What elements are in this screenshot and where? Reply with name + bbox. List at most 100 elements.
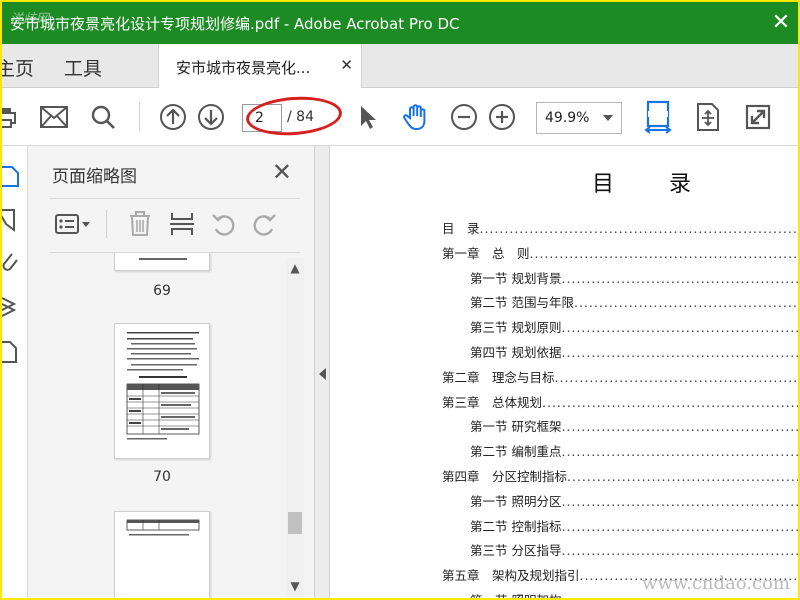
- toolbar: 2 / 84 49.9%: [2, 88, 798, 146]
- toc-entry-text: 第五章 架构及规划指引: [442, 568, 580, 584]
- rotate-left-icon[interactable]: [210, 210, 238, 238]
- thumbnail-options-button[interactable]: [54, 210, 94, 238]
- app-window: 洋歧网 安市城市夜景亮化设计专项规划修编.pdf - Adobe Acrobat…: [2, 2, 798, 598]
- panel-splitter[interactable]: [314, 146, 330, 598]
- navigation-rail: [2, 146, 28, 598]
- panel-title: 页面缩略图: [52, 167, 137, 187]
- zoom-value: 49.9%: [545, 110, 590, 126]
- toc-entry[interactable]: 第一节 规划背景................................…: [470, 268, 798, 286]
- fit-width-icon[interactable]: [642, 100, 674, 134]
- document-heading: 目 录: [592, 172, 715, 197]
- panel-divider: [50, 198, 300, 199]
- toc-entry[interactable]: 第三章 总体规划................................…: [442, 392, 798, 410]
- prev-page-icon[interactable]: [157, 101, 189, 133]
- toc-entry-text: 第三节 分区指导: [470, 543, 562, 559]
- toc-entry-text: 第一节 规划背景: [470, 270, 562, 286]
- toc-entry[interactable]: 第一节 研究框架................................…: [470, 416, 798, 434]
- mail-icon[interactable]: [38, 101, 70, 133]
- rotate-right-icon[interactable]: [250, 210, 278, 238]
- layers-icon[interactable]: [2, 294, 22, 318]
- thumbnails-panel: 页面缩略图 ✕ 69 70 ▲ ▼: [28, 146, 314, 598]
- toc-entry-text: 第一节 照明分区: [470, 493, 562, 509]
- thumbnail-page-number: 70: [153, 469, 171, 485]
- toc-leader-dots: ........................................…: [561, 518, 798, 534]
- toc-entry-text: 第二节 控制指标: [470, 518, 562, 534]
- document-tab-label: 安市城市夜景亮化...: [176, 59, 311, 77]
- toc-leader-dots: ........................................…: [573, 295, 798, 311]
- document-view: 目 录 目 录.................................…: [330, 146, 798, 598]
- trash-icon[interactable]: [126, 210, 154, 238]
- window-close-button[interactable]: ✕: [766, 8, 796, 38]
- toc-entry-text: 第二节 编制重点: [470, 444, 562, 460]
- toc-entry-text: 目 录: [442, 221, 480, 236]
- page-thumbnails-icon[interactable]: [2, 164, 22, 188]
- next-page-icon[interactable]: [195, 101, 227, 133]
- toc-leader-dots: ........................................…: [561, 419, 798, 435]
- thumbnail-page-number: 69: [153, 283, 171, 299]
- thumbnail-page[interactable]: [114, 253, 210, 271]
- toc-entry[interactable]: 第二节 编制重点................................…: [470, 441, 798, 459]
- toc-entry-text: 第二节 范围与年限: [470, 295, 574, 311]
- select-cursor-icon[interactable]: [352, 101, 384, 133]
- toc-entry[interactable]: 第一章 总 则.................................…: [442, 243, 798, 261]
- thumbnail-list: 69 70: [50, 253, 286, 598]
- document-icon[interactable]: [2, 340, 22, 364]
- fullscreen-icon[interactable]: [742, 101, 774, 133]
- print-icon[interactable]: [2, 101, 22, 133]
- toc-entry-text: 第二章 理念与目标: [442, 369, 555, 385]
- toc-entry-text: 第三章 总体规划: [442, 394, 543, 410]
- thumbnail-page[interactable]: [114, 511, 210, 598]
- bookmark-icon[interactable]: [2, 208, 22, 232]
- tab-bar: 主页 工具 安市城市夜景亮化... ✕: [2, 44, 798, 88]
- hand-tool-icon[interactable]: [400, 101, 432, 133]
- toc-entry-text: 第三节 规划原则: [470, 320, 562, 336]
- fit-page-icon[interactable]: [692, 101, 724, 133]
- insert-page-icon[interactable]: [168, 210, 196, 238]
- toc-entry[interactable]: 第二节 范围与年限...............................…: [470, 292, 798, 310]
- toc-leader-dots: ........................................…: [561, 493, 798, 509]
- tab-document[interactable]: 安市城市夜景亮化... ✕: [158, 44, 362, 88]
- toc-entry[interactable]: 第三节 分区指导................................…: [470, 540, 798, 558]
- document-tab-close-button[interactable]: ✕: [340, 56, 353, 74]
- toc-entry[interactable]: 第三节 规划原则................................…: [470, 317, 798, 335]
- tab-tools[interactable]: 工具: [64, 54, 102, 81]
- panel-close-button[interactable]: ✕: [272, 158, 292, 186]
- title-bar: 洋歧网 安市城市夜景亮化设计专项规划修编.pdf - Adobe Acrobat…: [2, 2, 798, 44]
- toc-entry[interactable]: 第四节 规划依据................................…: [470, 342, 798, 360]
- tab-home[interactable]: 主页: [2, 54, 34, 81]
- toolbar-separator: [139, 102, 140, 132]
- toc-entry[interactable]: 目 录.....................................…: [442, 218, 798, 236]
- zoom-out-icon[interactable]: [448, 101, 480, 133]
- toc-leader-dots: ........................................…: [567, 469, 798, 484]
- toc-entry[interactable]: 第一节 照明分区................................…: [470, 491, 798, 509]
- watermark-bottomright: www.cndao.com: [642, 573, 790, 594]
- collapse-panel-icon[interactable]: [319, 368, 326, 380]
- toc-leader-dots: ........................................…: [542, 394, 798, 410]
- thumbnail-scrollbar[interactable]: ▲ ▼: [286, 258, 304, 598]
- toc-entry-text: 第一章 总 则: [442, 245, 530, 261]
- toc-entry-text: 第四节 规划依据: [470, 345, 562, 360]
- toc-leader-dots: ........................................…: [529, 245, 798, 261]
- annotation-ellipse: [244, 93, 344, 139]
- toc-entry[interactable]: 第二章 理念与目标...............................…: [442, 367, 798, 385]
- scrollbar-thumb[interactable]: [288, 512, 302, 534]
- zoom-in-icon[interactable]: [486, 101, 518, 133]
- toc-leader-dots: ........................................…: [561, 320, 798, 336]
- toc-leader-dots: ........................................…: [561, 543, 798, 559]
- toc-leader-dots: ........................................…: [561, 444, 798, 460]
- scroll-down-icon[interactable]: ▼: [289, 580, 301, 592]
- toc-entry[interactable]: 第二节 控制指标................................…: [470, 516, 798, 534]
- thumbnail-page[interactable]: [114, 323, 210, 459]
- toc-entry-text: 第一节 照明架构: [470, 593, 561, 598]
- scroll-up-icon[interactable]: ▲: [289, 262, 301, 274]
- window-title: 安市城市夜景亮化设计专项规划修编.pdf - Adobe Acrobat Pro…: [10, 15, 460, 33]
- toc-leader-dots: ........................................…: [554, 369, 798, 385]
- attachment-icon[interactable]: [2, 250, 22, 274]
- toc-entry-text: 第一节 研究框架: [470, 419, 562, 435]
- toc-entry-text: 第四章 分区控制指标: [442, 469, 568, 484]
- toc-entry[interactable]: 第四章 分区控制指标..............................…: [442, 466, 798, 484]
- toc-leader-dots: ........................................…: [561, 345, 798, 360]
- panel-tool-separator: [106, 210, 107, 238]
- zoom-select[interactable]: 49.9%: [536, 102, 622, 134]
- search-icon[interactable]: [87, 101, 119, 133]
